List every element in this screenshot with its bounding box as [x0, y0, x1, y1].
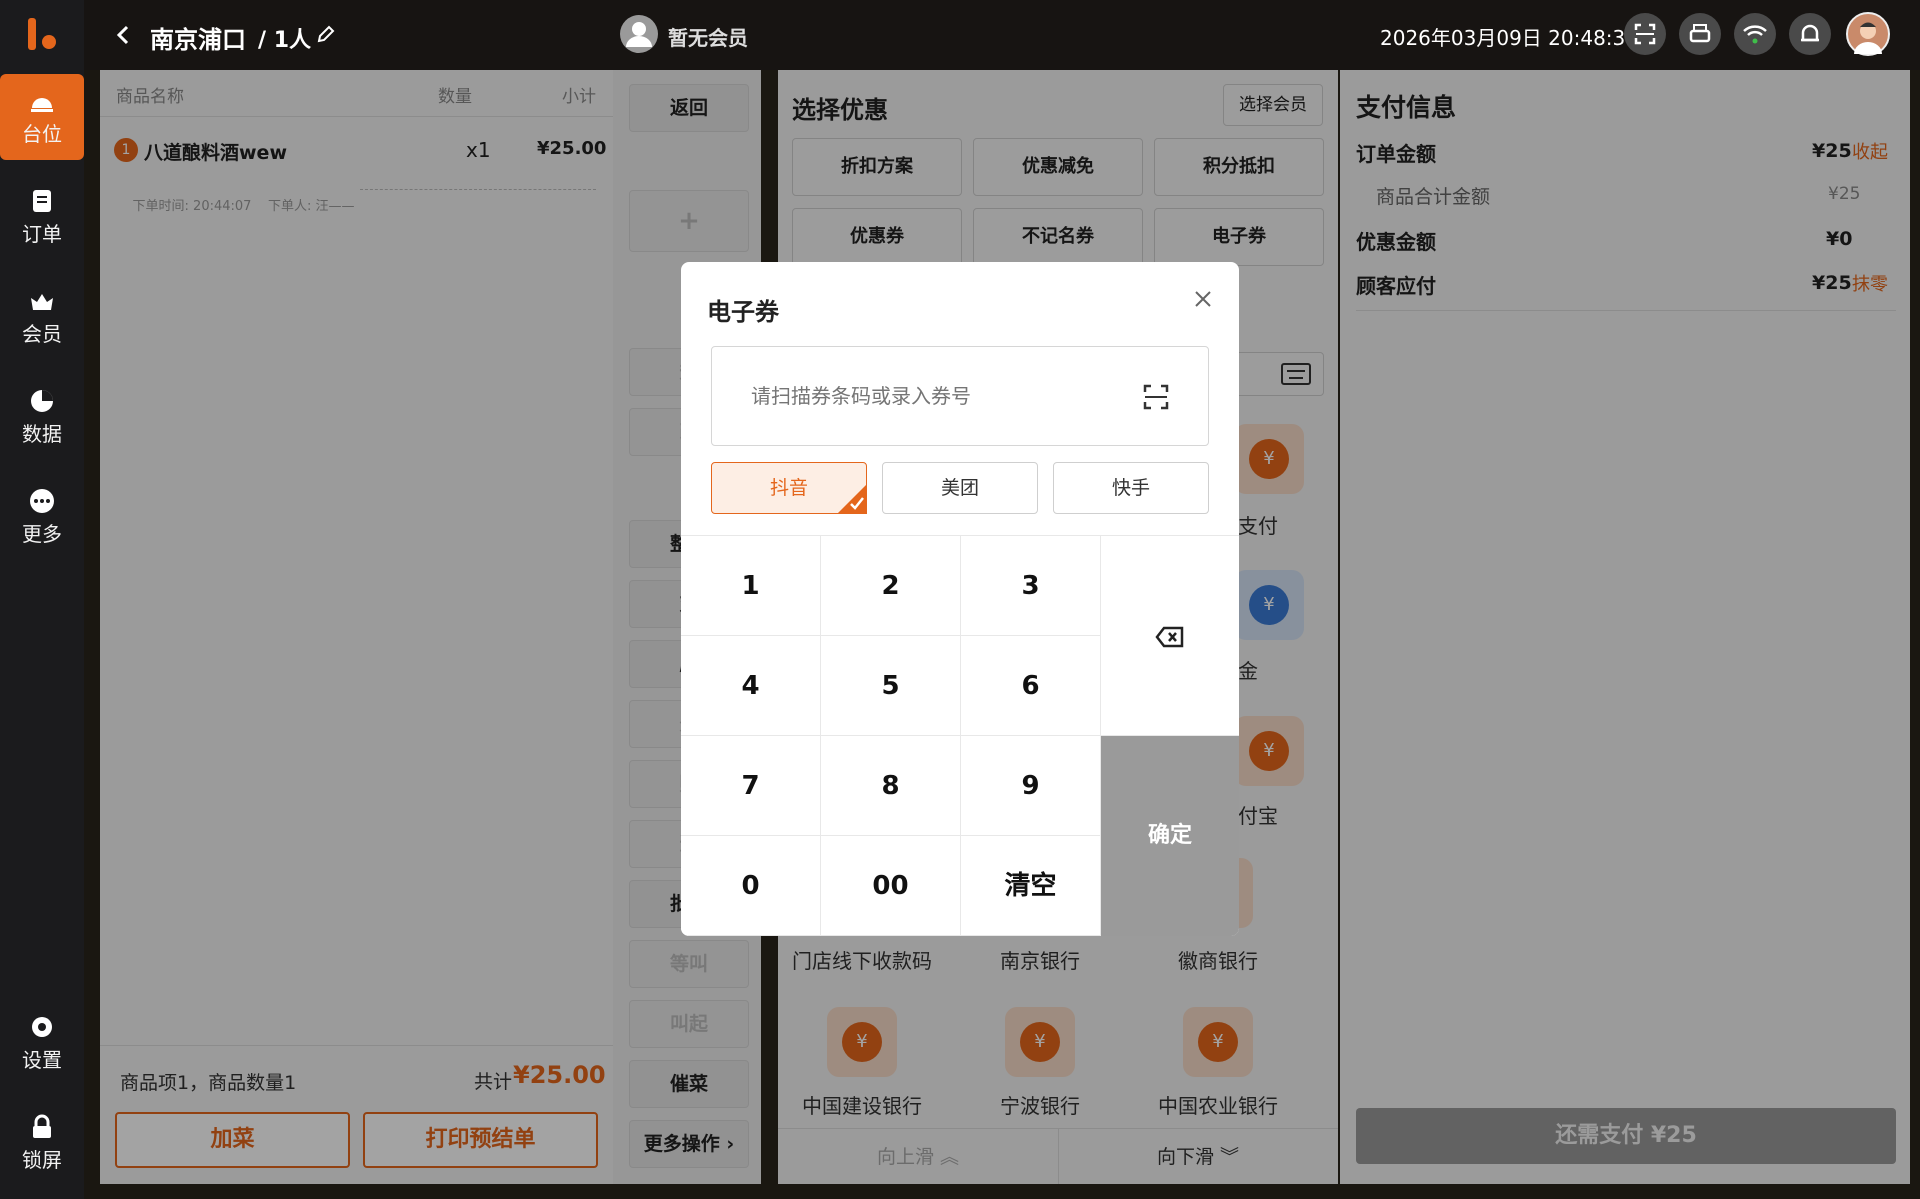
close-icon[interactable]	[1192, 288, 1214, 310]
clear-key[interactable]: 清空	[961, 836, 1101, 936]
table-bell-icon	[31, 98, 53, 112]
user-avatar[interactable]	[1846, 12, 1890, 56]
platform-douyin[interactable]: 抖音	[711, 462, 867, 514]
pie-chart-icon	[31, 390, 53, 412]
member-avatar-icon	[620, 15, 658, 53]
scan-button[interactable]	[1624, 13, 1666, 55]
order-icon	[33, 190, 51, 212]
key-00[interactable]: 00	[821, 836, 961, 936]
lock-label: 锁屏	[22, 1148, 62, 1172]
platform-meituan[interactable]: 美团	[882, 462, 1038, 514]
wifi-icon	[1743, 25, 1767, 44]
settings-label: 设置	[22, 1048, 62, 1072]
lock-screen-button[interactable]: 锁屏	[0, 1100, 84, 1186]
coupon-code-field[interactable]	[711, 346, 1209, 446]
key-4[interactable]: 4	[681, 636, 821, 736]
key-0[interactable]: 0	[681, 836, 821, 936]
sidebar-item-orders[interactable]: 订单	[0, 174, 84, 260]
platform-kuaishou[interactable]: 快手	[1053, 462, 1209, 514]
sidebar: 台位 订单 会员 数据 更多 设置 锁屏	[0, 0, 84, 1199]
sidebar-item-label: 订单	[22, 222, 62, 246]
gear-icon	[32, 1017, 52, 1037]
platform-label: 抖音	[769, 477, 808, 499]
key-7[interactable]: 7	[681, 736, 821, 836]
key-3[interactable]: 3	[961, 536, 1101, 636]
key-9[interactable]: 9	[961, 736, 1101, 836]
sidebar-item-more[interactable]: 更多	[0, 474, 84, 560]
platform-label: 美团	[940, 477, 979, 499]
platform-label: 快手	[1111, 477, 1150, 499]
notification-button[interactable]	[1789, 13, 1831, 55]
backspace-icon	[1155, 626, 1184, 647]
datetime: 2026年03月09日 20:48:30	[1380, 26, 1638, 50]
member-status[interactable]: 暂无会员	[668, 22, 748, 51]
sidebar-item-label: 更多	[22, 522, 62, 546]
table-name: 南京浦口	[150, 26, 246, 54]
sidebar-item-label: 会员	[22, 322, 62, 346]
dialog-title: 电子券	[707, 298, 779, 326]
key-5[interactable]: 5	[821, 636, 961, 736]
key-8[interactable]: 8	[821, 736, 961, 836]
more-icon	[30, 489, 54, 513]
sidebar-item-tables[interactable]: 台位	[0, 74, 84, 160]
key-2[interactable]: 2	[821, 536, 961, 636]
lock-icon	[33, 1114, 51, 1138]
app-logo	[28, 18, 56, 50]
settings-button[interactable]: 设置	[0, 1000, 84, 1086]
printer-icon	[1689, 24, 1711, 43]
wifi-button[interactable]	[1734, 13, 1776, 55]
back-chevron-icon[interactable]	[116, 24, 130, 46]
edit-pencil-icon[interactable]	[316, 24, 336, 44]
sidebar-item-data[interactable]: 数据	[0, 374, 84, 460]
sidebar-item-label: 数据	[22, 422, 62, 446]
bell-icon	[1801, 24, 1819, 42]
member-icon	[31, 294, 53, 310]
coupon-code-input[interactable]	[713, 348, 1113, 444]
key-1[interactable]: 1	[681, 536, 821, 636]
confirm-button[interactable]: 确定	[1101, 736, 1239, 936]
top-bar: 南京浦口 / 1人 暂无会员 2026年03月09日 20:48:30	[84, 0, 1920, 70]
backspace-key[interactable]	[1101, 536, 1239, 736]
e-coupon-dialog: 电子券 抖音 美团 快手 1 2 3 4 5 6 7 8 9 0 00 清空 确…	[681, 262, 1239, 936]
people-count: / 1人	[258, 28, 312, 53]
scan-code-icon[interactable]	[1142, 383, 1170, 411]
sidebar-item-label: 台位	[22, 122, 62, 146]
key-6[interactable]: 6	[961, 636, 1101, 736]
printer-button[interactable]	[1679, 13, 1721, 55]
scan-icon	[1634, 23, 1656, 45]
sidebar-item-members[interactable]: 会员	[0, 274, 84, 360]
check-icon	[837, 484, 867, 514]
